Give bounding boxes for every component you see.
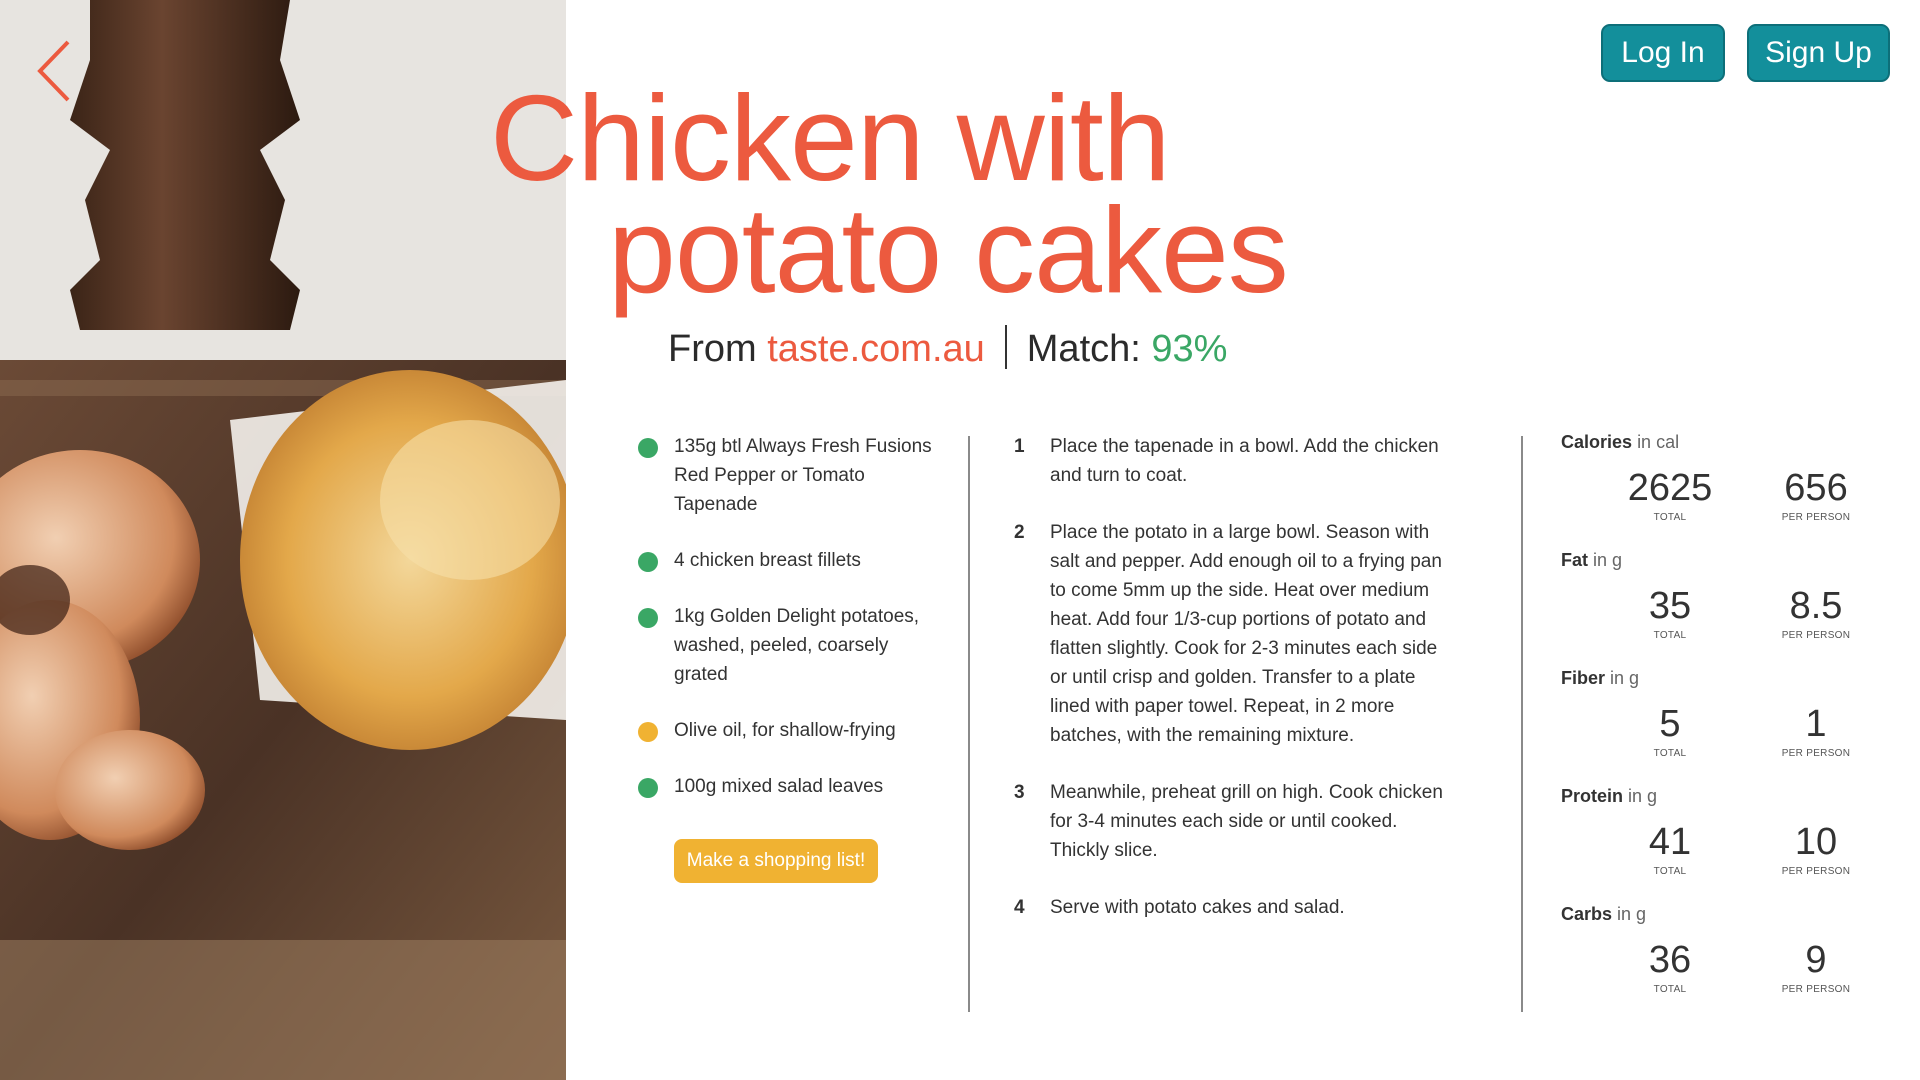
- per-person-caption: PER PERSON: [1781, 984, 1851, 995]
- nutrient-heading: Calories in cal: [1561, 432, 1871, 453]
- nutrient-heading: Protein in g: [1561, 786, 1871, 807]
- recipe-photo: [0, 0, 566, 1080]
- total-value: 5: [1659, 703, 1681, 745]
- per-person-value: 10: [1794, 821, 1838, 863]
- available-dot-icon: [638, 608, 658, 628]
- nutrient-unit: in g: [1628, 786, 1658, 806]
- total-caption: TOTAL: [1653, 630, 1687, 641]
- divider-right: [1521, 436, 1523, 1012]
- nutrition-fiber: Fiber in g 5 TOTAL 1 PER PERSON: [1561, 668, 1871, 786]
- nutrition-calories: Calories in cal 2625 TOTAL 656 PER PERSON: [1561, 432, 1871, 550]
- nutrient-total: 5 TOTAL: [1605, 702, 1735, 759]
- nutrition-panel: Calories in cal 2625 TOTAL 656 PER PERSON Fat…: [1561, 432, 1871, 1022]
- step-text: Meanwhile, preheat grill on high. Cook c…: [1050, 782, 1443, 861]
- source-link[interactable]: taste.com.au: [767, 328, 985, 370]
- nutrient-heading: Fat in g: [1561, 550, 1871, 571]
- total-caption: TOTAL: [1653, 748, 1687, 759]
- nutrient-per-person: 8.5 PER PERSON: [1751, 584, 1881, 641]
- nutrient-total: 2625 TOTAL: [1605, 466, 1735, 523]
- ingredient-text: 135g btl Always Fresh Fusions Red Pepper…: [674, 436, 932, 515]
- step-number: 4: [1014, 897, 1025, 918]
- per-person-caption: PER PERSON: [1781, 748, 1851, 759]
- total-value: 41: [1648, 821, 1692, 863]
- missing-dot-icon: [638, 722, 658, 742]
- nutrient-name: Calories: [1561, 432, 1633, 452]
- ingredients-list: 135g btl Always Fresh Fusions Red Pepper…: [636, 432, 936, 828]
- per-person-caption: PER PERSON: [1781, 866, 1851, 877]
- nutrient-name: Fiber: [1561, 668, 1606, 688]
- back-button[interactable]: [30, 36, 80, 106]
- per-person-caption: PER PERSON: [1781, 512, 1851, 523]
- total-caption: TOTAL: [1653, 866, 1687, 877]
- ingredient-text: 4 chicken breast fillets: [674, 550, 861, 571]
- per-person-value: 1: [1805, 703, 1827, 745]
- ingredient-item: Olive oil, for shallow-frying: [636, 716, 936, 745]
- nutrient-unit: in cal: [1637, 432, 1680, 452]
- ingredient-item: 100g mixed salad leaves: [636, 772, 936, 801]
- per-person-value: 9: [1805, 939, 1827, 981]
- nutrient-per-person: 9 PER PERSON: [1751, 938, 1881, 995]
- nutrient-total: 41 TOTAL: [1605, 820, 1735, 877]
- match-label: Match:: [1026, 328, 1141, 370]
- nutrient-per-person: 1 PER PERSON: [1751, 702, 1881, 759]
- ingredient-item: 1kg Golden Delight potatoes, washed, pee…: [636, 602, 936, 689]
- nutrient-per-person: 656 PER PERSON: [1751, 466, 1881, 523]
- recipe-title: Chicken with potato cakes: [490, 70, 1390, 318]
- match-value: 93%: [1151, 328, 1228, 370]
- available-dot-icon: [638, 778, 658, 798]
- step-text: Place the potato in a large bowl. Season…: [1050, 522, 1442, 746]
- available-dot-icon: [638, 552, 658, 572]
- nutrition-carbs: Carbs in g 36 TOTAL 9 PER PERSON: [1561, 904, 1871, 1022]
- source-prefix: From: [668, 328, 757, 370]
- step-number: 3: [1014, 782, 1025, 803]
- step-item: 4 Serve with potato cakes and salad.: [1014, 893, 1454, 922]
- ingredient-item: 4 chicken breast fillets: [636, 546, 936, 575]
- separator: [1004, 325, 1007, 369]
- step-number: 1: [1014, 436, 1025, 457]
- step-text: Serve with potato cakes and salad.: [1050, 897, 1345, 918]
- step-item: 1 Place the tapenade in a bowl. Add the c…: [1014, 432, 1454, 490]
- available-dot-icon: [638, 438, 658, 458]
- chevron-left-icon: [37, 40, 70, 102]
- divider-left: [968, 436, 970, 1012]
- step-item: 3 Meanwhile, preheat grill on high. Cook …: [1014, 778, 1454, 865]
- per-person-value: 656: [1784, 467, 1848, 509]
- nutrient-name: Carbs: [1561, 904, 1613, 924]
- ingredient-text: 1kg Golden Delight potatoes, washed, pee…: [674, 606, 920, 685]
- nutrient-unit: in g: [1617, 904, 1647, 924]
- signup-button[interactable]: Sign Up: [1747, 24, 1890, 82]
- nutrient-heading: Carbs in g: [1561, 904, 1871, 925]
- nutrient-unit: in g: [1610, 668, 1640, 688]
- total-value: 2625: [1627, 467, 1713, 509]
- shopping-list-button[interactable]: Make a shopping list!: [674, 839, 878, 883]
- source-match-line: From taste.com.au Match: 93%: [668, 325, 1227, 371]
- total-value: 35: [1648, 585, 1692, 627]
- nutrition-fat: Fat in g 35 TOTAL 8.5 PER PERSON: [1561, 550, 1871, 668]
- nutrient-name: Fat: [1561, 550, 1588, 570]
- nutrition-protein: Protein in g 41 TOTAL 10 PER PERSON: [1561, 786, 1871, 904]
- nutrient-total: 35 TOTAL: [1605, 584, 1735, 641]
- per-person-caption: PER PERSON: [1781, 630, 1851, 641]
- nutrient-name: Protein: [1561, 786, 1624, 806]
- total-value: 36: [1648, 939, 1692, 981]
- method-steps: 1 Place the tapenade in a bowl. Add the c…: [1014, 432, 1454, 950]
- nutrient-total: 36 TOTAL: [1605, 938, 1735, 995]
- nutrient-unit: in g: [1593, 550, 1623, 570]
- ingredient-item: 135g btl Always Fresh Fusions Red Pepper…: [636, 432, 936, 519]
- nutrient-per-person: 10 PER PERSON: [1751, 820, 1881, 877]
- total-caption: TOTAL: [1653, 984, 1687, 995]
- ingredient-text: Olive oil, for shallow-frying: [674, 720, 896, 741]
- step-item: 2 Place the potato in a large bowl. Seaso…: [1014, 518, 1454, 750]
- ingredient-text: 100g mixed salad leaves: [674, 776, 884, 797]
- title-line-1: Chicken with: [490, 70, 1171, 206]
- per-person-value: 8.5: [1789, 585, 1843, 627]
- step-text: Place the tapenade in a bowl. Add the ch…: [1050, 436, 1439, 486]
- title-line-2: potato cakes: [608, 182, 1289, 318]
- step-number: 2: [1014, 522, 1025, 543]
- nutrient-heading: Fiber in g: [1561, 668, 1871, 689]
- login-button[interactable]: Log In: [1601, 24, 1725, 82]
- total-caption: TOTAL: [1653, 512, 1687, 523]
